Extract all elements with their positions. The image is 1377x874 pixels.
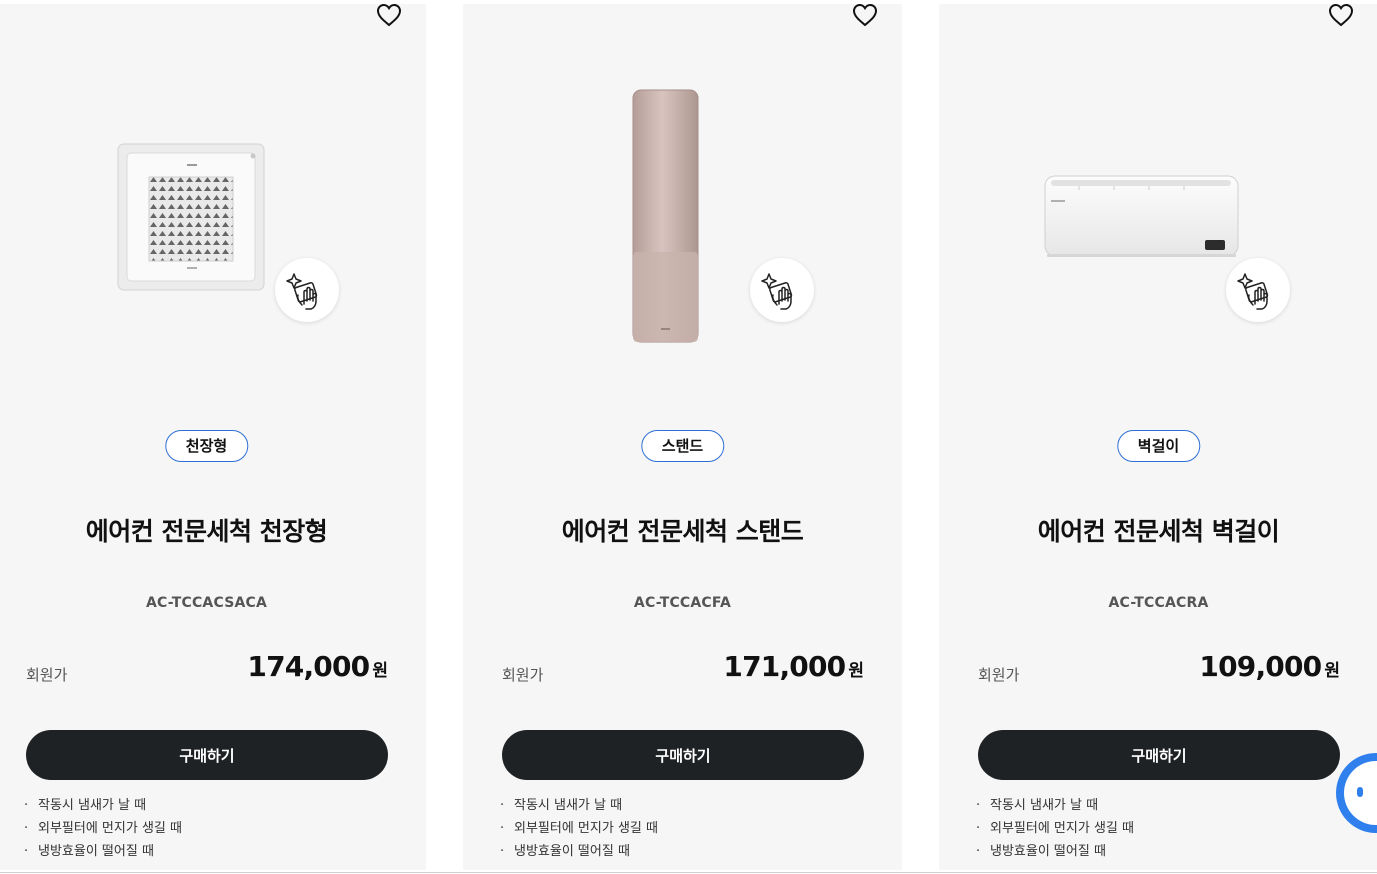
product-type-chip: 천장형 — [164, 430, 249, 462]
product-type-chip: 스탠드 — [640, 430, 725, 462]
product-card: 스탠드 에어컨 전문세척 스탠드 AC-TCCACFA 회원가 171,000 원… — [463, 3, 902, 870]
divider — [0, 872, 1377, 873]
feature-list: · 작동시 냄새가 날 때 · 외부필터에 먼지가 생길 때 · 냉방효율이 떨어질 … — [976, 794, 1134, 863]
buy-button[interactable]: 구매하기 — [502, 730, 864, 780]
price: 109,000 원 — [1199, 650, 1340, 683]
feature-list: · 작동시 냄새가 날 때 · 외부필터에 먼지가 생길 때 · 냉방효율이 떨어질 … — [500, 794, 658, 863]
product-title[interactable]: 에어컨 전문세척 벽걸이 — [939, 512, 1377, 548]
product-card: 천장형 에어컨 전문세척 천장형 AC-TCCACSACA 회원가 174,00… — [0, 3, 426, 870]
list-item: · 작동시 냄새가 날 때 — [976, 798, 1099, 813]
member-price-label: 회원가 — [502, 666, 544, 684]
product-title[interactable]: 에어컨 전문세척 천장형 — [0, 512, 426, 548]
list-item: · 외부필터에 먼지가 생길 때 — [24, 821, 182, 836]
buy-button[interactable]: 구매하기 — [978, 730, 1340, 780]
price-amount: 174,000 — [247, 650, 370, 683]
cleaning-hand-icon — [750, 258, 814, 322]
product-image[interactable] — [939, 4, 1377, 404]
member-price-label: 회원가 — [26, 666, 68, 684]
product-image[interactable] — [0, 4, 426, 404]
wishlist-heart-icon[interactable] — [850, 0, 880, 30]
price: 174,000 원 — [247, 650, 388, 683]
list-item: · 작동시 냄새가 날 때 — [24, 798, 147, 813]
feature-list: · 작동시 냄새가 날 때 · 외부필터에 먼지가 생길 때 · 냉방효율이 떨어질 … — [24, 794, 182, 863]
list-item: · 냉방효율이 떨어질 때 — [24, 844, 154, 859]
wishlist-heart-icon[interactable] — [374, 0, 404, 30]
cleaning-hand-icon — [275, 258, 339, 322]
price: 171,000 원 — [723, 650, 864, 683]
product-title[interactable]: 에어컨 전문세척 스탠드 — [463, 512, 902, 548]
buy-button[interactable]: 구매하기 — [26, 730, 388, 780]
product-image[interactable] — [463, 4, 902, 404]
product-card: 벽걸이 에어컨 전문세척 벽걸이 AC-TCCACRA 회원가 109,000 원… — [939, 3, 1377, 870]
member-price-label: 회원가 — [978, 666, 1020, 684]
model-code: AC-TCCACRA — [1108, 595, 1209, 611]
list-item: · 외부필터에 먼지가 생길 때 — [976, 821, 1134, 836]
price-amount: 171,000 — [723, 650, 846, 683]
model-code: AC-TCCACFA — [633, 595, 732, 611]
price-currency: 원 — [1324, 661, 1340, 681]
cleaning-hand-icon — [1226, 258, 1290, 322]
model-code: AC-TCCACSACA — [145, 595, 268, 611]
list-item: · 외부필터에 먼지가 생길 때 — [500, 821, 658, 836]
price-currency: 원 — [848, 661, 864, 681]
list-item: · 냉방효율이 떨어질 때 — [976, 844, 1106, 859]
list-item: · 작동시 냄새가 날 때 — [500, 798, 623, 813]
price-currency: 원 — [372, 661, 388, 681]
price-amount: 109,000 — [1199, 650, 1322, 683]
list-item: · 냉방효율이 떨어질 때 — [500, 844, 630, 859]
wishlist-heart-icon[interactable] — [1326, 0, 1356, 30]
product-type-chip: 벽걸이 — [1116, 430, 1201, 462]
